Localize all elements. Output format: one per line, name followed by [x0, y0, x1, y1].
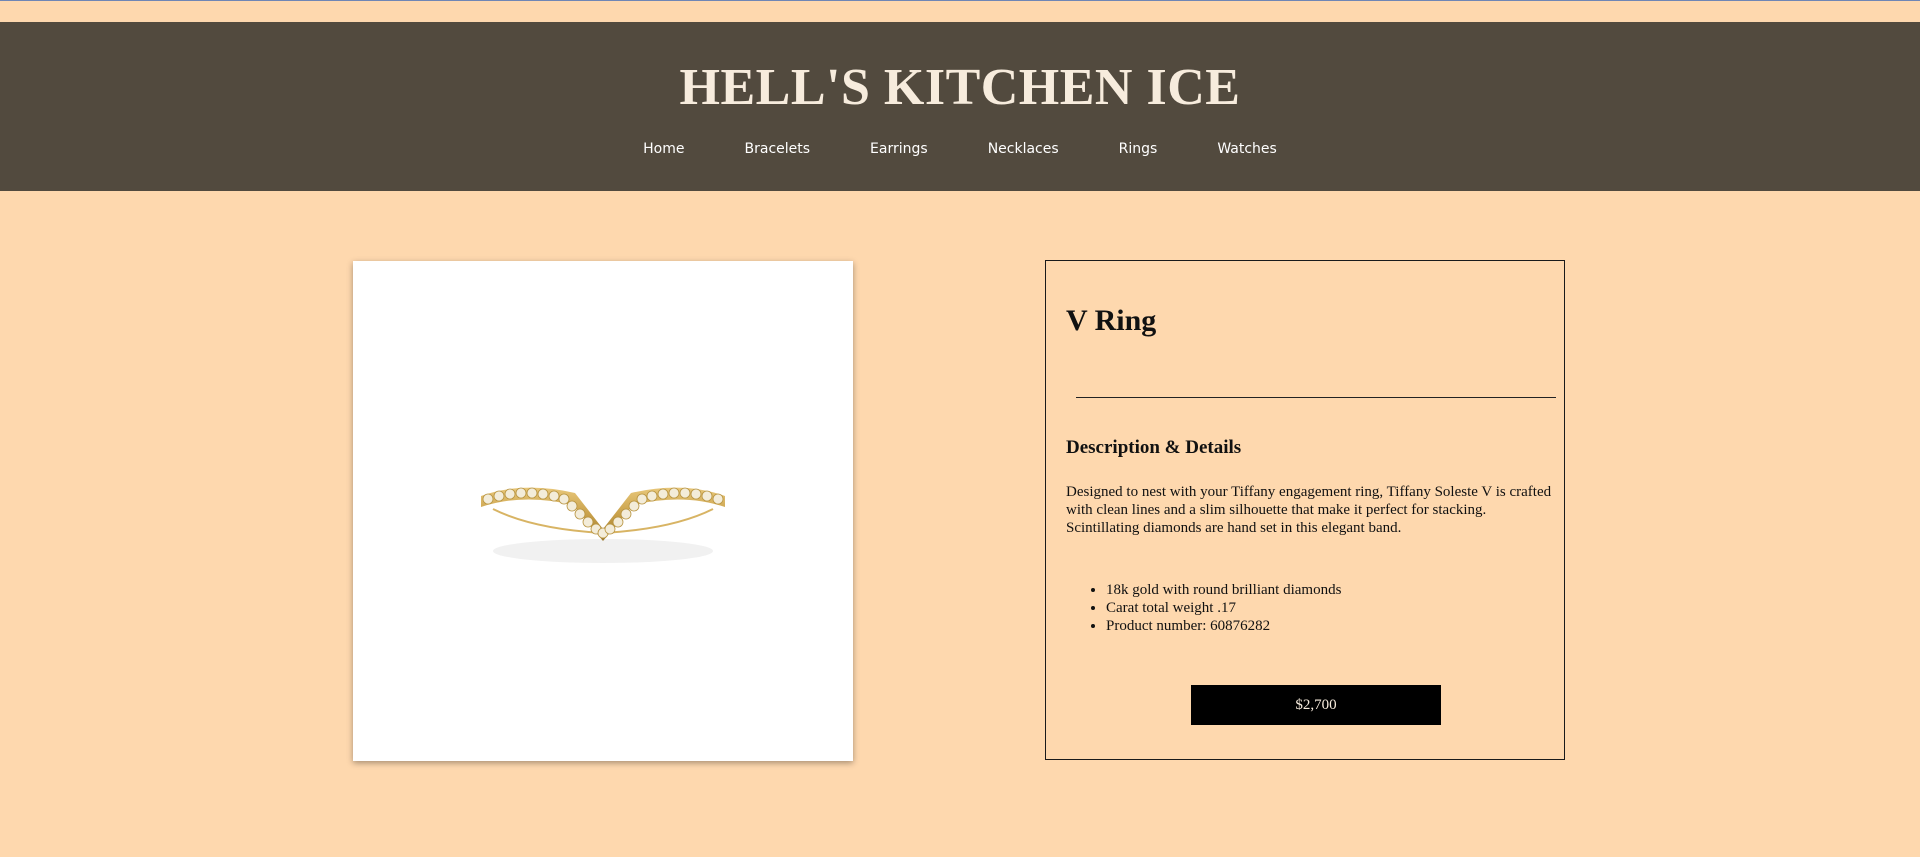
site-header: HELL'S KITCHEN ICE Home Bracelets Earrin…	[0, 22, 1920, 191]
description-heading: Description & Details	[1066, 437, 1242, 458]
price-button[interactable]: $2,700	[1191, 685, 1441, 725]
product-image[interactable]	[353, 261, 853, 761]
ring-image-icon	[481, 487, 725, 563]
spec-item: 18k gold with round brilliant diamonds	[1106, 581, 1341, 599]
product-details-card: V Ring Description & Details Designed to…	[1045, 260, 1565, 760]
product-name: V Ring	[1066, 304, 1157, 337]
nav-item-rings[interactable]: Rings	[1089, 140, 1188, 158]
spec-item: Carat total weight .17	[1106, 599, 1341, 617]
top-border-line	[0, 0, 1920, 1]
divider	[1076, 397, 1556, 398]
site-title[interactable]: HELL'S KITCHEN ICE	[0, 62, 1920, 114]
nav-item-earrings[interactable]: Earrings	[840, 140, 958, 158]
product-description: Designed to nest with your Tiffany engag…	[1066, 484, 1552, 536]
nav-item-watches[interactable]: Watches	[1187, 140, 1307, 158]
nav-item-bracelets[interactable]: Bracelets	[715, 140, 841, 158]
nav-item-necklaces[interactable]: Necklaces	[958, 140, 1089, 158]
product-specs-list: 18k gold with round brilliant diamonds C…	[1086, 581, 1341, 635]
main-nav: Home Bracelets Earrings Necklaces Rings …	[0, 140, 1920, 158]
spec-item: Product number: 60876282	[1106, 617, 1341, 635]
nav-item-home[interactable]: Home	[613, 140, 714, 158]
